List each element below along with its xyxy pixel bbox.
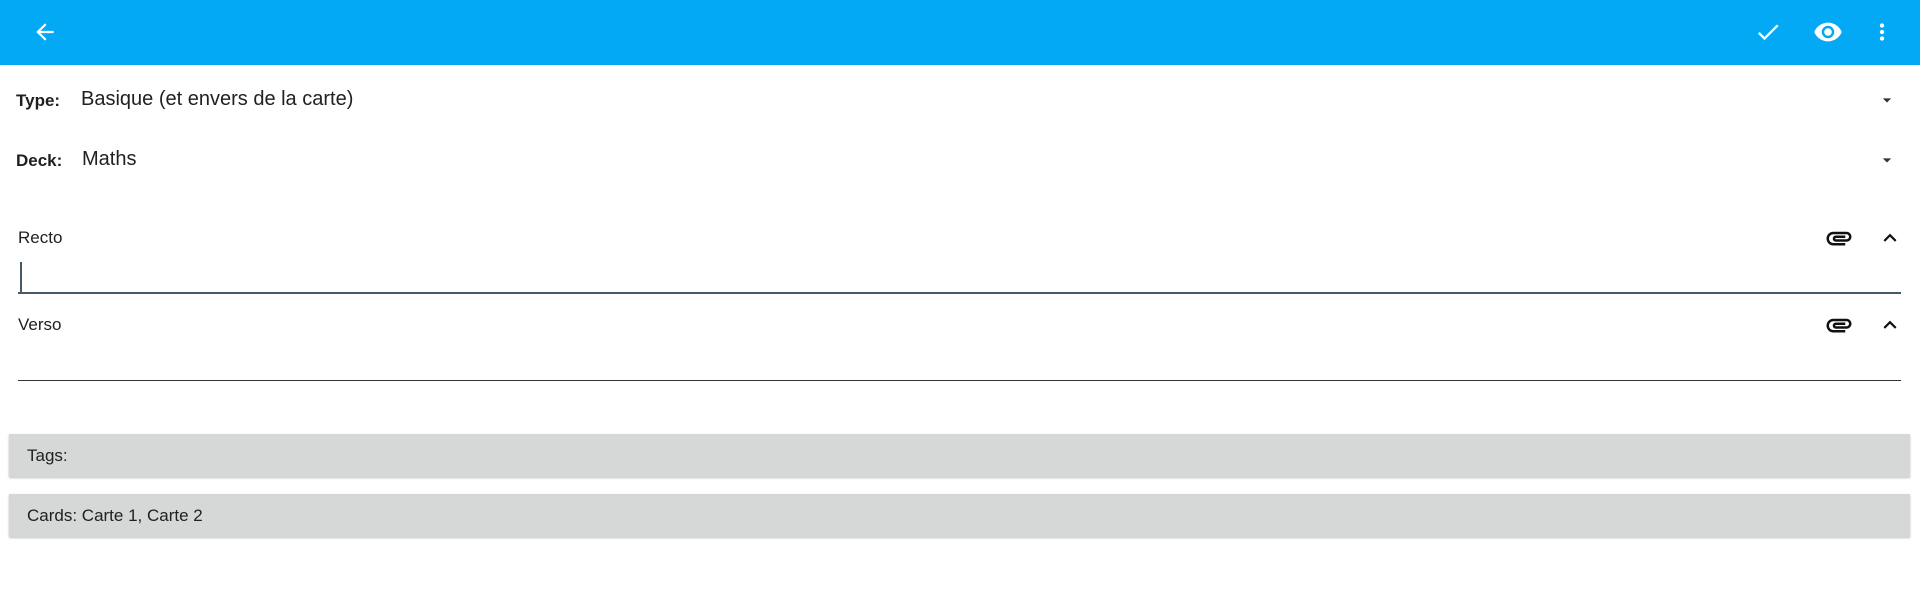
cards-button[interactable]: Cards: Carte 1, Carte 2	[9, 494, 1910, 537]
text-cursor	[20, 262, 22, 292]
deck-spinner[interactable]: Maths	[82, 148, 136, 171]
dropdown-arrow-icon[interactable]	[1872, 85, 1902, 115]
field-name-label: Verso	[18, 315, 62, 334]
collapse-field-button[interactable]	[1876, 222, 1904, 254]
back-button[interactable]	[21, 8, 69, 56]
recto-editor[interactable]	[18, 258, 1901, 294]
eye-icon	[1814, 22, 1842, 42]
note-type-row: Type: Basique (et envers de la carte)	[0, 79, 1920, 125]
attach-media-button[interactable]	[1823, 309, 1855, 341]
more-options-button[interactable]	[1858, 8, 1906, 56]
app-bar	[0, 0, 1920, 65]
note-type-spinner[interactable]: Basique (et envers de la carte)	[81, 88, 353, 111]
preview-button[interactable]	[1804, 8, 1852, 56]
more-vert-icon	[1879, 23, 1885, 41]
collapse-field-button[interactable]	[1876, 309, 1904, 341]
arrow-back-icon	[36, 23, 54, 41]
save-button[interactable]	[1744, 8, 1792, 56]
note-type-label: Type:	[16, 91, 61, 110]
tags-button[interactable]: Tags:	[9, 434, 1910, 477]
deck-label: Deck:	[16, 151, 63, 170]
paperclip-icon	[1826, 231, 1852, 246]
verso-editor[interactable]	[18, 345, 1901, 381]
field-name-label: Recto	[18, 228, 63, 247]
dropdown-arrow-icon[interactable]	[1872, 145, 1902, 175]
attach-media-button[interactable]	[1823, 222, 1855, 254]
check-icon	[1757, 24, 1779, 41]
paperclip-icon	[1826, 318, 1852, 333]
chevron-up-icon	[1883, 320, 1897, 329]
deck-row: Deck: Maths	[0, 139, 1920, 185]
chevron-up-icon	[1883, 233, 1897, 242]
